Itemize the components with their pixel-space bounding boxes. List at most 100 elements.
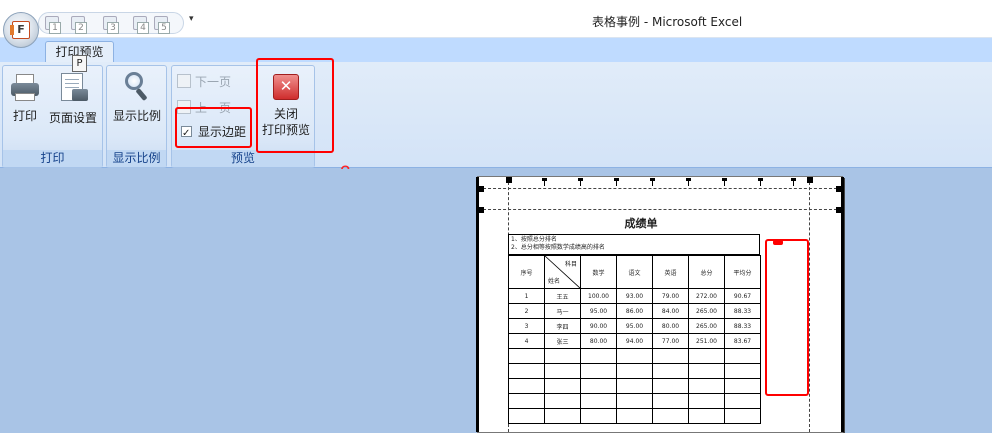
cell-chinese: 93.00 (616, 288, 653, 304)
quick-access-toolbar: 1 2 3 4 5 (38, 12, 184, 34)
next-page-label: 下一页 (195, 75, 232, 89)
margin-handle[interactable] (506, 177, 512, 183)
group-zoom: 显示比例 显示比例 (106, 65, 167, 168)
column-width-handle[interactable] (758, 178, 763, 186)
margin-handle[interactable] (807, 177, 813, 183)
qat-keytip: 3 (107, 22, 119, 34)
margin-handle[interactable] (478, 207, 484, 213)
page-left-edge (476, 177, 479, 432)
qat-redo-button[interactable]: 3 (103, 16, 120, 34)
table-row-empty (508, 348, 761, 364)
margin-handle[interactable] (836, 207, 842, 213)
header-average: 平均分 (724, 255, 761, 289)
cell-index: 2 (508, 303, 545, 319)
cell-index: 4 (508, 333, 545, 349)
cell-name: 张三 (544, 333, 581, 349)
qat-undo-button[interactable]: 2 (71, 16, 88, 34)
header-name: 姓名 (548, 278, 561, 285)
table-row-empty (508, 363, 761, 379)
cell-english: 84.00 (652, 303, 689, 319)
office-button[interactable]: F (3, 12, 39, 48)
printer-icon (10, 72, 40, 102)
table-row: 3 李四 90.00 95.00 80.00 265.00 88.33 (508, 318, 761, 334)
header-math: 数学 (580, 255, 617, 289)
cell-chinese: 94.00 (616, 333, 653, 349)
group-print: 打印 页面设置 打印 (2, 65, 103, 168)
table-row: 4 张三 80.00 94.00 77.00 251.00 83.67 (508, 333, 761, 349)
header-chinese: 语文 (616, 255, 653, 289)
cell-math: 90.00 (580, 318, 617, 334)
cell-chinese: 86.00 (616, 303, 653, 319)
ribbon: 打印 页面设置 打印 显示比例 显示比例 下一页 上一页 显示边距 (0, 62, 992, 168)
next-page-button[interactable]: 下一页 (177, 72, 231, 92)
cell-name: 李四 (544, 318, 581, 334)
keytip-badge: P (72, 55, 87, 72)
page-setup-button[interactable]: 页面设置 (45, 72, 101, 126)
title-bar: 1 2 3 4 5 ▾ 表格事例 - Microsoft Excel (0, 0, 992, 38)
header-diagonal: 科目 姓名 (544, 255, 581, 289)
qat-keytip: 5 (158, 22, 170, 34)
table-header-row: 序号 科目 姓名 数学 语文 英语 总分 平均分 (508, 255, 761, 289)
header-total: 总分 (688, 255, 725, 289)
cell-total: 265.00 (688, 303, 725, 319)
column-width-handle[interactable] (722, 178, 727, 186)
column-width-handle[interactable] (614, 178, 619, 186)
header-english: 英语 (652, 255, 689, 289)
zoom-button-label: 显示比例 (112, 109, 161, 123)
cell-average: 90.67 (724, 288, 761, 304)
group-print-label: 打印 (3, 150, 102, 167)
cell-english: 77.00 (652, 333, 689, 349)
margin-handle[interactable] (836, 186, 842, 192)
column-width-handle[interactable] (791, 178, 796, 186)
qat-save-button[interactable]: 1 (45, 16, 62, 34)
qat-customize-dropdown[interactable]: ▾ (189, 14, 194, 24)
cell-index: 1 (508, 288, 545, 304)
cell-total: 265.00 (688, 318, 725, 334)
sheet-notes: 1、按照总分排名 2、总分相等按照数学成绩高的排名 (508, 234, 760, 255)
sheet-title: 成绩单 (624, 217, 658, 230)
qat-new-button[interactable]: 4 (133, 16, 150, 34)
cell-math: 80.00 (580, 333, 617, 349)
page-setup-icon (58, 72, 88, 104)
cell-name: 王五 (544, 288, 581, 304)
column-width-handle[interactable] (686, 178, 691, 186)
annotation-box-1 (175, 107, 252, 148)
page-setup-label: 页面设置 (48, 111, 97, 125)
annotation-box-2 (256, 58, 334, 153)
grades-table: 序号 科目 姓名 数学 语文 英语 总分 平均分 1 王五 100.00 93.… (508, 255, 761, 424)
column-width-handle[interactable] (542, 178, 547, 186)
qat-keytip: 4 (137, 22, 149, 34)
page-right-edge (841, 177, 844, 432)
qat-keytip: 1 (49, 22, 61, 34)
ribbon-tab-row: 打印预览 (0, 38, 992, 63)
zoom-button[interactable]: 显示比例 (109, 70, 165, 124)
note-line: 1、按照总分排名 (511, 236, 557, 243)
qat-print-button[interactable]: 5 (154, 16, 171, 34)
right-margin-line[interactable] (809, 177, 810, 432)
cell-math: 100.00 (580, 288, 617, 304)
qat-keytip: 2 (75, 22, 87, 34)
table-row: 2 马一 95.00 86.00 84.00 265.00 88.33 (508, 303, 761, 319)
table-row: 1 王五 100.00 93.00 79.00 272.00 90.67 (508, 288, 761, 304)
header-margin-line[interactable] (478, 188, 842, 189)
margin-handle[interactable] (478, 186, 484, 192)
note-line: 2、总分相等按照数学成绩高的排名 (511, 244, 605, 251)
print-button-label: 打印 (12, 109, 37, 123)
office-logo-icon: F (10, 21, 30, 39)
print-button[interactable]: 打印 (7, 72, 43, 124)
cell-average: 88.33 (724, 303, 761, 319)
cell-total: 272.00 (688, 288, 725, 304)
group-zoom-label: 显示比例 (107, 150, 166, 167)
window-title: 表格事例 - Microsoft Excel (592, 15, 743, 29)
column-width-handle[interactable] (578, 178, 583, 186)
magnifier-icon (122, 70, 152, 102)
header-index: 序号 (508, 255, 545, 289)
column-width-handle[interactable] (650, 178, 655, 186)
cell-average: 88.33 (724, 318, 761, 334)
cell-english: 80.00 (652, 318, 689, 334)
top-margin-line[interactable] (478, 209, 842, 210)
annotation-box-3 (765, 239, 809, 396)
cell-math: 95.00 (580, 303, 617, 319)
cell-index: 3 (508, 318, 545, 334)
cell-name: 马一 (544, 303, 581, 319)
